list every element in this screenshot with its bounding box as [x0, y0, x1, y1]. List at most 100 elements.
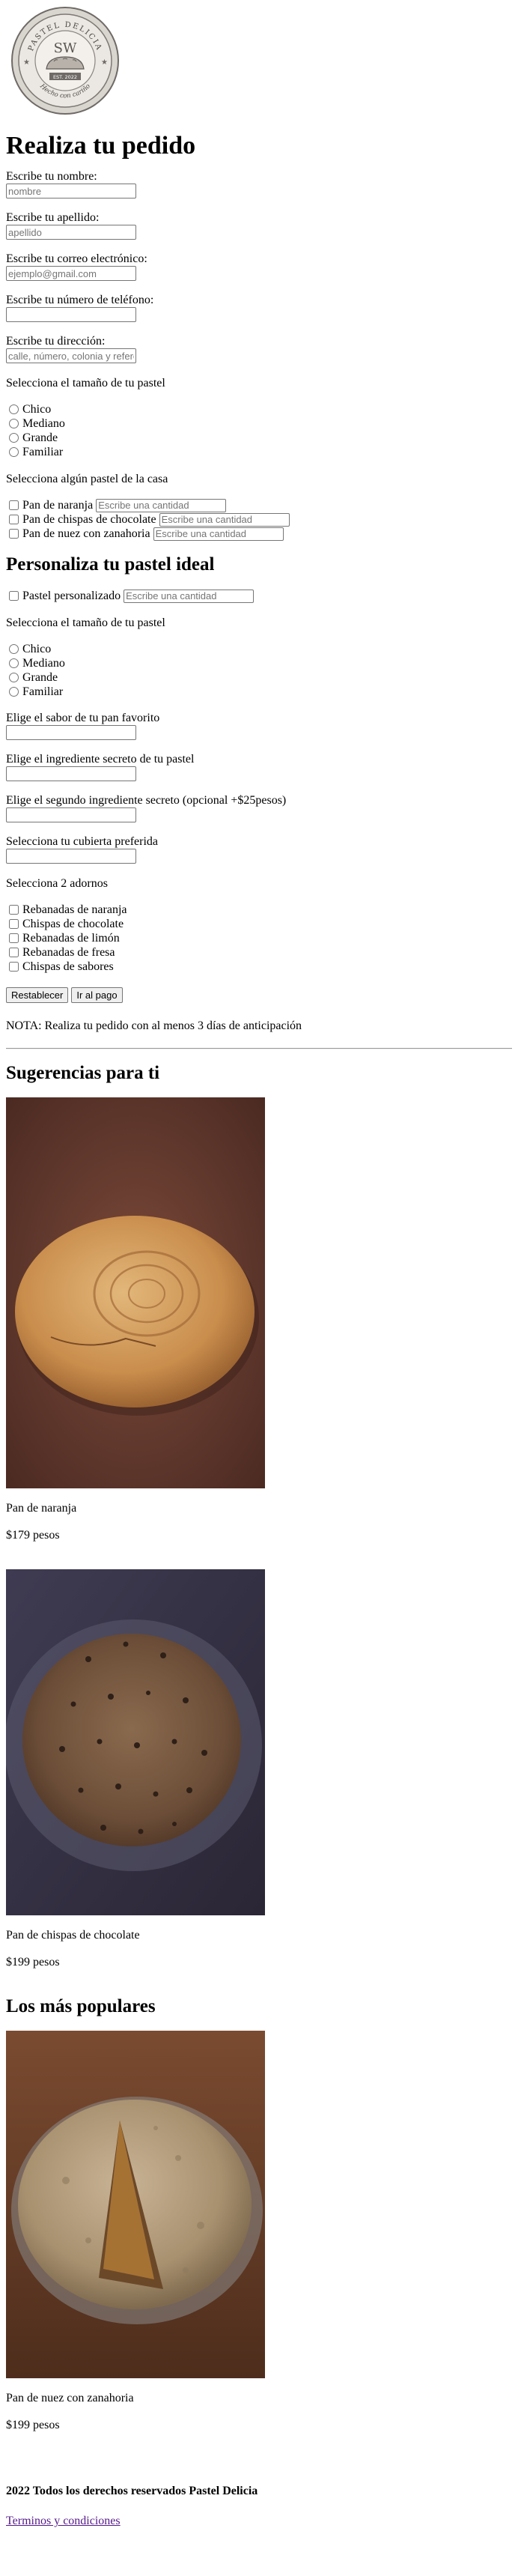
order-note: NOTA: Realiza tu pedido con al menos 3 d…: [6, 1019, 302, 1032]
flavor-input[interactable]: [6, 725, 136, 740]
lastname-field-group: Escribe tu apellido:: [6, 212, 512, 240]
house-cake-label: Selecciona algún pastel de la casa: [6, 473, 168, 485]
house-checkbox-nuez[interactable]: [9, 529, 19, 539]
house-qty-input-nuez[interactable]: [153, 527, 284, 541]
custom-size-option-mediano[interactable]: Mediano: [6, 656, 512, 670]
custom-size-label: Selecciona el tamaño de tu pastel: [6, 616, 165, 629]
size-option-label: Mediano: [22, 657, 65, 670]
carrot-walnut-bread-image: [6, 2031, 265, 2378]
house-item-label: Pan de naranja: [22, 499, 94, 512]
name-field-group: Escribe tu nombre:: [6, 171, 512, 198]
decor-label: Selecciona 2 adornos: [6, 877, 108, 890]
decor-checkbox-sabores[interactable]: [9, 962, 19, 972]
size-option-mediano[interactable]: Mediano: [6, 416, 512, 431]
size-option-label: Chico: [22, 403, 52, 416]
decor-option[interactable]: Rebanadas de fresa: [6, 945, 512, 960]
decor-option[interactable]: Rebanadas de limón: [6, 931, 512, 945]
size-option-familiar[interactable]: Familiar: [6, 445, 512, 459]
size-radio-familiar[interactable]: [9, 447, 19, 457]
lastname-label: Escribe tu apellido:: [6, 211, 100, 224]
size-radio-grande[interactable]: [9, 433, 19, 443]
secret2-field-group: Elige el segundo ingrediente secreto (op…: [6, 795, 512, 822]
house-item-label: Pan de chispas de chocolate: [22, 513, 156, 526]
size-option-label: Grande: [22, 431, 58, 444]
custom-size-option-grande[interactable]: Grande: [6, 670, 512, 685]
size-radio-mediano[interactable]: [9, 419, 19, 428]
size-option-label: Mediano: [22, 417, 65, 430]
secret2-input[interactable]: [6, 807, 136, 822]
product-name: Pan de naranja: [6, 1502, 77, 1515]
section-divider: [6, 1048, 512, 1049]
product-name: Pan de chispas de chocolate: [6, 1929, 140, 1942]
phone-label: Escribe tu número de teléfono:: [6, 294, 154, 306]
terms-link[interactable]: Terminos y condiciones: [6, 2515, 121, 2527]
secret-input[interactable]: [6, 766, 136, 781]
email-label: Escribe tu correo electrónico:: [6, 252, 147, 265]
size-radio-group: Chico Mediano Grande Familiar: [6, 402, 512, 459]
product-price: $179 pesos: [6, 1529, 60, 1542]
decor-checkbox-group: Rebanadas de naranja Chispas de chocolat…: [6, 903, 512, 974]
logo-est-text: EST. 2022: [53, 74, 77, 80]
cover-label: Selecciona tu cubierta preferida: [6, 835, 158, 848]
house-qty-input-chocolate[interactable]: [159, 512, 290, 527]
house-qty-input-naranja[interactable]: [96, 498, 227, 512]
custom-item-label: Pastel personalizado: [22, 590, 121, 602]
decor-checkbox-fresa[interactable]: [9, 948, 19, 957]
product-price: $199 pesos: [6, 1956, 60, 1969]
decor-option-label: Rebanadas de naranja: [22, 903, 127, 916]
decor-checkbox-limon[interactable]: [9, 933, 19, 943]
custom-size-option-familiar[interactable]: Familiar: [6, 685, 512, 699]
decor-option[interactable]: Chispas de sabores: [6, 960, 512, 974]
size-radio-chico[interactable]: [9, 404, 19, 414]
lastname-input[interactable]: [6, 225, 136, 240]
size-option-chico[interactable]: Chico: [6, 402, 512, 416]
email-input[interactable]: [6, 266, 136, 281]
house-item-nuez: Pan de nuez con zanahoria: [6, 527, 512, 541]
product-name: Pan de nuez con zanahoria: [6, 2392, 134, 2404]
custom-cake-checkbox[interactable]: [9, 591, 19, 601]
product-card: Pan de nuez con zanahoria $199 pesos: [6, 2031, 512, 2432]
size-label: Selecciona el tamaño de tu pastel: [6, 377, 165, 390]
reset-button[interactable]: Restablecer: [6, 987, 69, 1003]
house-checkbox-chocolate[interactable]: [9, 515, 19, 524]
house-cake-group: Pan de naranja Pan de chispas de chocola…: [6, 498, 512, 541]
address-field-group: Escribe tu dirección:: [6, 336, 512, 363]
decor-option-label: Rebanadas de fresa: [22, 946, 115, 959]
decor-option-label: Chispas de chocolate: [22, 918, 124, 930]
size-option-label: Familiar: [22, 685, 64, 698]
size-option-label: Familiar: [22, 446, 64, 458]
phone-input[interactable]: [6, 307, 136, 322]
custom-size-radio-group: Chico Mediano Grande Familiar: [6, 642, 512, 699]
decor-checkbox-naranja[interactable]: [9, 905, 19, 915]
flavor-field-group: Elige el sabor de tu pan favorito: [6, 712, 512, 740]
size-option-label: Chico: [22, 643, 52, 655]
custom-size-radio-chico[interactable]: [9, 644, 19, 654]
secret-label: Elige el ingrediente secreto de tu paste…: [6, 753, 195, 766]
custom-size-radio-familiar[interactable]: [9, 687, 19, 697]
custom-qty-input[interactable]: [124, 589, 255, 603]
house-item-naranja: Pan de naranja: [6, 498, 512, 512]
suggestions-title: Sugerencias para ti: [6, 1063, 160, 1083]
custom-cake-group: Pastel personalizado: [6, 589, 512, 603]
secret-field-group: Elige el ingrediente secreto de tu paste…: [6, 754, 512, 781]
custom-title: Personaliza tu pastel ideal: [6, 554, 215, 575]
size-option-label: Grande: [22, 671, 58, 684]
form-buttons: Restablecer Ir al pago: [6, 987, 512, 1003]
order-title: Realiza tu pedido: [6, 132, 196, 160]
size-option-grande[interactable]: Grande: [6, 431, 512, 445]
pastel-delicia-logo: PASTEL DELICIA Hecho con cariño SW EST. …: [11, 7, 119, 115]
decor-option[interactable]: Rebanadas de naranja: [6, 903, 512, 917]
name-input[interactable]: [6, 184, 136, 198]
custom-size-option-chico[interactable]: Chico: [6, 642, 512, 656]
custom-size-radio-mediano[interactable]: [9, 658, 19, 668]
cover-input[interactable]: [6, 849, 136, 864]
house-checkbox-naranja[interactable]: [9, 500, 19, 510]
address-input[interactable]: [6, 348, 136, 363]
product-price: $199 pesos: [6, 2419, 60, 2431]
custom-size-radio-grande[interactable]: [9, 673, 19, 682]
pay-button[interactable]: Ir al pago: [71, 987, 123, 1003]
cover-field-group: Selecciona tu cubierta preferida: [6, 836, 512, 864]
decor-option[interactable]: Chispas de chocolate: [6, 917, 512, 931]
decor-checkbox-chocolate[interactable]: [9, 919, 19, 929]
logo-monogram: SW: [54, 40, 77, 56]
